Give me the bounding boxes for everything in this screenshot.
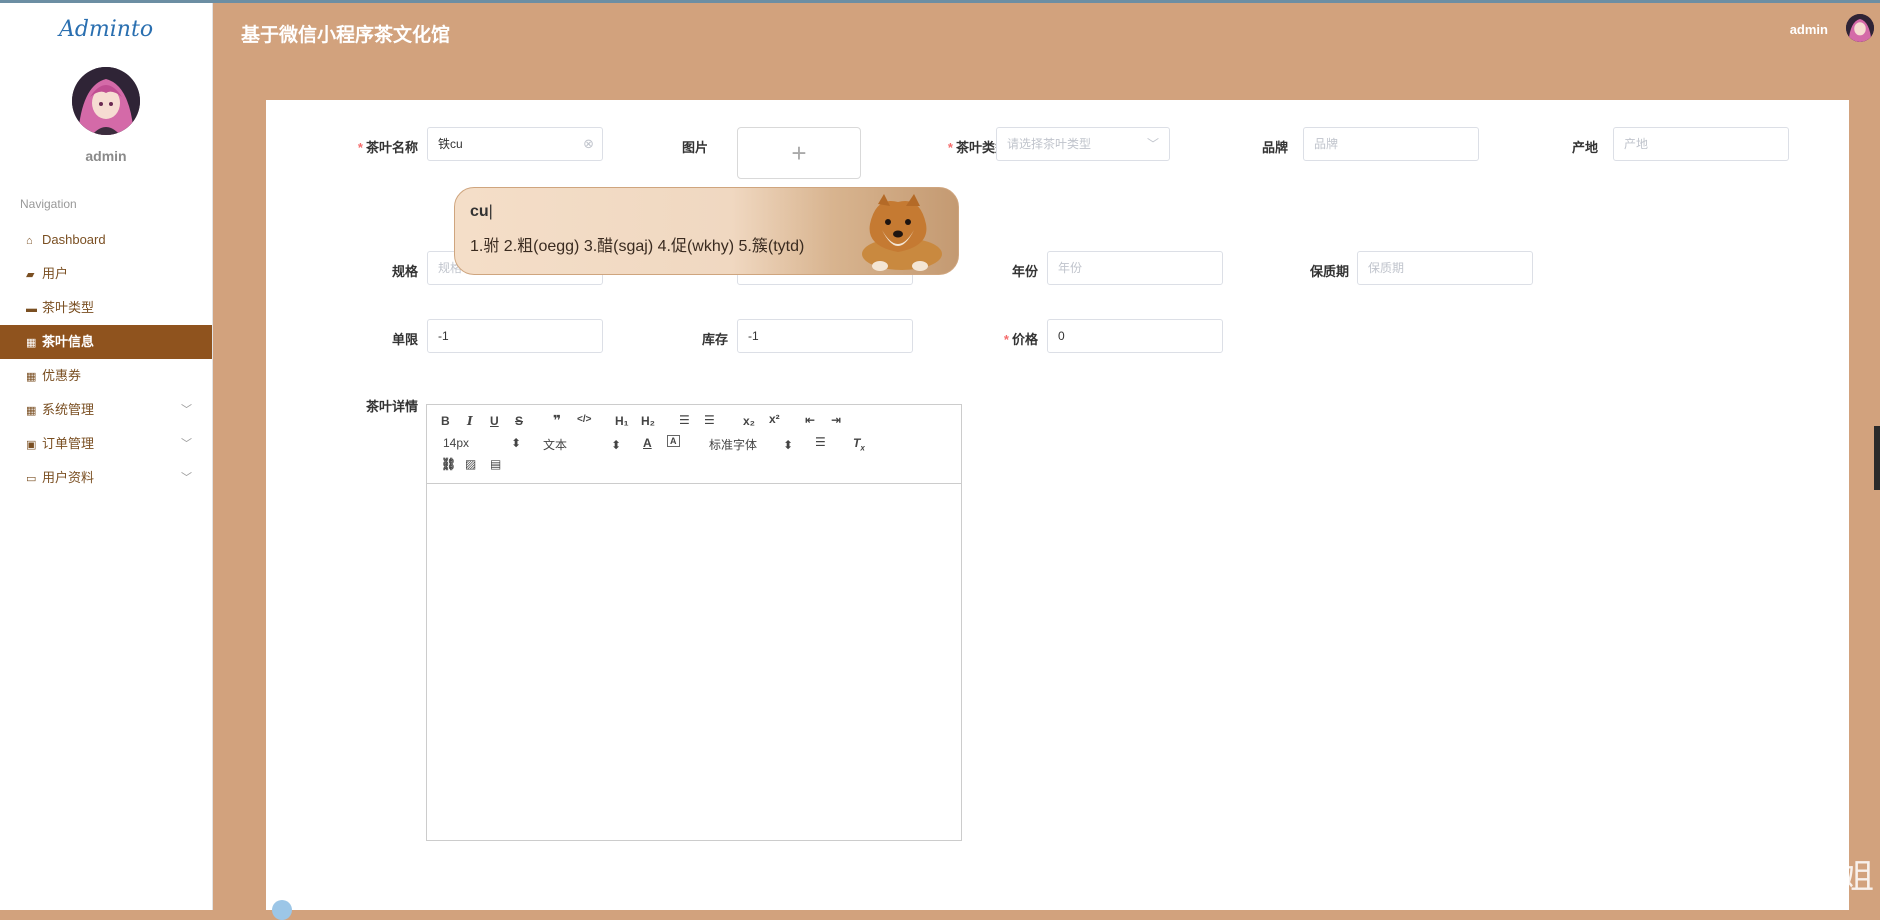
link-icon[interactable]: ⛓ bbox=[441, 457, 456, 471]
price-label: * 价格 bbox=[1003, 332, 1038, 347]
brand-label: 品牌 bbox=[1261, 140, 1288, 155]
sidebar-item-coupons[interactable]: ▦ 优惠券 bbox=[0, 359, 212, 393]
chevron-down-icon: ﹀ bbox=[181, 404, 192, 416]
ticket-icon: ▬ bbox=[26, 303, 37, 315]
image-icon[interactable]: ▨ bbox=[465, 457, 476, 471]
details-label: 茶叶详情 bbox=[365, 399, 418, 414]
chevron-down-icon: ﹀ bbox=[181, 472, 192, 484]
background-color-icon[interactable]: A bbox=[667, 435, 680, 447]
rich-text-editor: B I U S ❞ </> H₁ H₂ ☰ ☰ x₂ x² ⇤ ⇥ 14px ⬍ … bbox=[426, 404, 962, 841]
shelf-life-label: 保质期 bbox=[1309, 264, 1349, 279]
tea-name-label: * 茶叶名称 bbox=[357, 140, 418, 155]
stock-input[interactable]: -1 bbox=[737, 319, 913, 353]
image-upload[interactable]: + bbox=[737, 127, 861, 179]
text-style-select[interactable]: 文本 ⬍ bbox=[543, 436, 621, 453]
plus-icon: + bbox=[791, 138, 807, 168]
avatar bbox=[72, 67, 140, 135]
editor-toolbar: B I U S ❞ </> H₁ H₂ ☰ ☰ x₂ x² ⇤ ⇥ 14px ⬍ … bbox=[427, 405, 961, 484]
heading1-icon[interactable]: H₁ bbox=[615, 414, 629, 428]
origin-label: 产地 bbox=[1571, 140, 1598, 155]
bullet-list-icon[interactable]: ☰ bbox=[704, 413, 715, 427]
outdent-icon[interactable]: ⇤ bbox=[805, 413, 815, 427]
dog-mascot-icon bbox=[862, 194, 942, 271]
brand-input[interactable]: 品牌 bbox=[1303, 127, 1479, 161]
ime-candidate-popup: cu| 1.驸 2.粗(oegg) 3.醋(sgaj) 4.促(wkhy) 5.… bbox=[454, 187, 959, 275]
stock-label: 库存 bbox=[701, 332, 728, 347]
app-logo[interactable]: Adminto bbox=[0, 17, 212, 42]
spec-label: 规格 bbox=[391, 264, 418, 279]
home-icon: ⌂ bbox=[26, 235, 33, 247]
editor-content[interactable] bbox=[427, 484, 961, 840]
clear-icon[interactable]: ⊗ bbox=[583, 128, 594, 160]
font-size-select[interactable]: 14px ⬍ bbox=[443, 436, 521, 450]
watermark: CSDN @茹茹学姐 bbox=[1596, 857, 1874, 897]
sidebar-item-profiles[interactable]: ▭ 用户资料 ﹀ bbox=[0, 461, 212, 495]
sidebar-item-tea-info[interactable]: ▦ 茶叶信息 bbox=[0, 325, 212, 359]
nav-heading: Navigation bbox=[20, 197, 77, 211]
blockquote-icon[interactable]: ❞ bbox=[553, 412, 561, 429]
grid-icon: ▦ bbox=[26, 371, 37, 383]
limit-label: 单限 bbox=[391, 332, 418, 347]
avatar-image-icon bbox=[72, 67, 140, 135]
tea-name-input[interactable]: 铁cu ⊗ bbox=[427, 127, 603, 161]
ime-candidates[interactable]: 1.驸 2.粗(oegg) 3.醋(sgaj) 4.促(wkhy) 5.簇(ty… bbox=[470, 232, 804, 256]
italic-icon[interactable]: I bbox=[467, 414, 473, 428]
code-icon[interactable]: </> bbox=[577, 414, 591, 425]
subscript-icon[interactable]: x₂ bbox=[743, 414, 755, 428]
updown-icon: ⬍ bbox=[783, 438, 794, 452]
superscript-icon[interactable]: x² bbox=[769, 412, 780, 426]
updown-icon: ⬍ bbox=[511, 436, 522, 450]
sidebar-item-system[interactable]: ▦ 系统管理 ﹀ bbox=[0, 393, 212, 427]
image-label: 图片 bbox=[681, 140, 708, 155]
chevron-down-icon: ﹀ bbox=[1146, 137, 1159, 151]
year-label: 年份 bbox=[1011, 264, 1038, 279]
sidebar: Adminto admin Navigation ⌂ Dashboard ▰ 用户 … bbox=[0, 3, 213, 910]
year-input[interactable]: 年份 bbox=[1047, 251, 1223, 285]
font-family-select[interactable]: 标准字体 ⬍ bbox=[709, 436, 793, 453]
align-icon[interactable]: ☰ bbox=[815, 435, 826, 449]
grid-icon: ▦ bbox=[26, 337, 37, 349]
bold-icon[interactable]: B bbox=[441, 414, 450, 428]
sidebar-menu: ⌂ Dashboard ▰ 用户 ▬ 茶叶类型 ▦ 茶叶信息 ▦ 优惠券 ▦ 系统管理 ﹀ ▣… bbox=[0, 223, 212, 495]
heading2-icon[interactable]: H₂ bbox=[641, 414, 655, 428]
origin-input[interactable]: 产地 bbox=[1613, 127, 1789, 161]
ime-composition: cu| bbox=[470, 203, 493, 220]
shelf-life-input[interactable]: 保质期 bbox=[1357, 251, 1533, 285]
sidebar-item-users[interactable]: ▰ 用户 bbox=[0, 257, 212, 291]
briefcase-icon: ▰ bbox=[26, 269, 35, 281]
card-icon: ▭ bbox=[26, 473, 37, 485]
strike-icon[interactable]: S bbox=[515, 414, 523, 428]
sidebar-username: admin bbox=[85, 148, 127, 164]
clear-format-icon[interactable]: Tx bbox=[853, 436, 865, 452]
updown-icon: ⬍ bbox=[611, 438, 622, 452]
app-title: 基于微信小程序茶文化馆 bbox=[241, 25, 451, 46]
tea-type-select[interactable]: 请选择茶叶类型 ﹀ bbox=[996, 127, 1170, 161]
sidebar-item-dashboard[interactable]: ⌂ Dashboard bbox=[0, 223, 212, 257]
chevron-down-icon: ﹀ bbox=[181, 438, 192, 450]
float-button[interactable] bbox=[272, 900, 292, 920]
video-icon[interactable]: ▤ bbox=[490, 457, 501, 471]
sidebar-item-tea-types[interactable]: ▬ 茶叶类型 bbox=[0, 291, 212, 325]
price-input[interactable]: 0 bbox=[1047, 319, 1223, 353]
sidebar-item-orders[interactable]: ▣ 订单管理 ﹀ bbox=[0, 427, 212, 461]
limit-input[interactable]: -1 bbox=[427, 319, 603, 353]
ordered-list-icon[interactable]: ☰ bbox=[679, 413, 690, 427]
header-avatar[interactable] bbox=[1846, 14, 1874, 42]
indent-icon[interactable]: ⇥ bbox=[831, 413, 841, 427]
header-username[interactable]: admin bbox=[1790, 22, 1828, 37]
monitor-icon: ▣ bbox=[26, 439, 37, 451]
scrollbar-handle[interactable] bbox=[1874, 426, 1880, 490]
top-border bbox=[0, 0, 1880, 3]
text-color-icon[interactable]: A bbox=[643, 436, 652, 450]
grid-icon: ▦ bbox=[26, 405, 37, 417]
underline-icon[interactable]: U bbox=[490, 414, 499, 428]
tea-type-label: * 茶叶类型 bbox=[947, 140, 1008, 155]
avatar-image-icon bbox=[1846, 14, 1874, 42]
